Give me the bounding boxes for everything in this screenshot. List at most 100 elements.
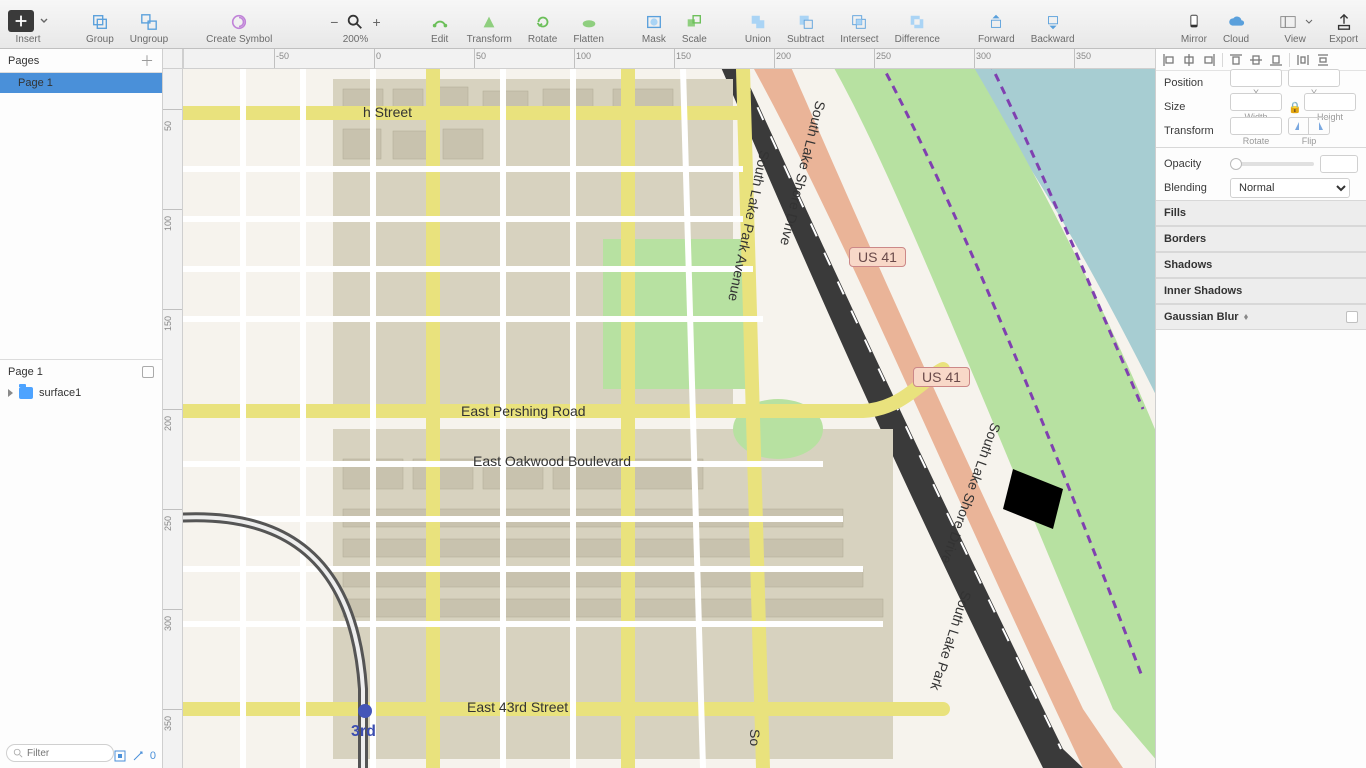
zoom-out-icon[interactable]: − [330, 14, 338, 30]
align-top-icon[interactable] [1227, 52, 1245, 68]
view-icon[interactable] [1277, 12, 1299, 32]
export-filter-icon[interactable] [132, 750, 144, 762]
add-page-icon[interactable]: ＋ [140, 54, 154, 68]
zoom-in-icon[interactable]: + [372, 14, 380, 30]
difference-icon[interactable] [906, 12, 928, 32]
width-input[interactable] [1230, 93, 1282, 111]
backward-label: Backward [1031, 34, 1075, 45]
gaussian-blur-header[interactable]: Gaussian Blur [1156, 304, 1366, 330]
transform-row: Transform Rotate Flip [1156, 119, 1366, 143]
distribute-v-icon[interactable] [1314, 52, 1332, 68]
flip-sublabel: Flip [1302, 136, 1317, 146]
blending-select[interactable]: Normal [1230, 178, 1350, 198]
map-artwork [183, 69, 1155, 768]
page-item-label: Page 1 [18, 77, 53, 89]
street-label: h Street [363, 104, 412, 120]
mask-label: Mask [642, 34, 666, 45]
street-label: East 43rd Street [467, 699, 568, 715]
create-symbol-icon[interactable] [228, 12, 250, 32]
slice-filter-icon[interactable] [114, 750, 126, 762]
rotate-input[interactable] [1230, 117, 1282, 135]
subtract-icon[interactable] [795, 12, 817, 32]
filter-mode-icons: 0 [114, 750, 156, 762]
borders-header[interactable]: Borders [1156, 226, 1366, 252]
forward-icon[interactable] [985, 12, 1007, 32]
transform-icon[interactable] [478, 12, 500, 32]
opacity-input[interactable] [1320, 155, 1358, 173]
filter-input[interactable] [27, 748, 97, 759]
inner-shadows-header[interactable]: Inner Shadows [1156, 278, 1366, 304]
ungroup-label: Ungroup [130, 34, 168, 45]
group-icon[interactable] [89, 12, 111, 32]
street-label: So [747, 729, 763, 746]
rotate-icon[interactable] [532, 12, 554, 32]
insert-label: Insert [15, 34, 40, 45]
rotate-label: Rotate [528, 34, 557, 45]
disclosure-triangle-icon[interactable] [8, 389, 13, 397]
edit-icon[interactable] [429, 12, 451, 32]
align-bottom-icon[interactable] [1267, 52, 1285, 68]
flatten-icon[interactable] [578, 12, 600, 32]
align-left-icon[interactable] [1160, 52, 1178, 68]
flip-h-icon[interactable] [1289, 118, 1309, 134]
create-symbol-label: Create Symbol [206, 34, 272, 45]
pages-panel: Pages ＋ Page 1 Page 1 surface1 0 [0, 49, 163, 768]
flatten-label: Flatten [573, 34, 604, 45]
position-label: Position [1164, 77, 1224, 89]
scale-label: Scale [682, 34, 707, 45]
backward-icon[interactable] [1042, 12, 1064, 32]
inner-shadows-label: Inner Shadows [1164, 285, 1242, 297]
intersect-icon[interactable] [848, 12, 870, 32]
ungroup-icon[interactable] [138, 12, 160, 32]
scale-icon[interactable] [683, 12, 705, 32]
x-input[interactable] [1230, 69, 1282, 87]
mask-icon[interactable] [643, 12, 665, 32]
ruler-corner [163, 49, 183, 69]
route-shield: US 41 [913, 367, 970, 387]
export-icon[interactable] [1333, 12, 1355, 32]
page-item[interactable]: Page 1 [0, 73, 162, 93]
magnifier-icon[interactable] [344, 12, 366, 32]
vertical-ruler[interactable]: 50100150200250300350 [163, 69, 183, 768]
gaussian-checkbox[interactable] [1346, 311, 1358, 323]
street-label: East Pershing Road [461, 403, 586, 419]
chevron-down-icon [40, 17, 48, 25]
cloud-label: Cloud [1223, 34, 1249, 45]
height-input[interactable] [1304, 93, 1356, 111]
mirror-icon[interactable] [1183, 12, 1205, 32]
size-row: Size Width 🔒 Height [1156, 95, 1366, 119]
layer-label: surface1 [39, 387, 81, 399]
insert-tool[interactable]: Insert [8, 0, 48, 49]
y-input[interactable] [1288, 69, 1340, 87]
align-center-v-icon[interactable] [1247, 52, 1265, 68]
flip-buttons [1288, 117, 1330, 135]
canvas[interactable]: h Street East Pershing Road East Oakwood… [183, 69, 1155, 768]
blending-row: Blending Normal [1156, 176, 1366, 200]
fills-label: Fills [1164, 207, 1186, 219]
layer-row[interactable]: surface1 [0, 383, 162, 403]
forward-label: Forward [978, 34, 1015, 45]
opacity-slider[interactable] [1230, 162, 1314, 166]
lock-icon[interactable]: 🔒 [1288, 101, 1298, 114]
position-row: Position X Y [1156, 71, 1366, 95]
flip-v-icon[interactable] [1309, 118, 1329, 134]
artboard-toggle-icon[interactable] [142, 366, 154, 378]
rotate-sublabel: Rotate [1243, 136, 1270, 146]
group-label: Group [86, 34, 114, 45]
slice-count: 0 [150, 750, 156, 762]
toolbar: Insert Group Ungroup Create Symbol − + 2… [0, 0, 1366, 49]
union-label: Union [745, 34, 771, 45]
union-icon[interactable] [747, 12, 769, 32]
street-label: East Oakwood Boulevard [473, 453, 631, 469]
fills-header[interactable]: Fills [1156, 200, 1366, 226]
shadows-header[interactable]: Shadows [1156, 252, 1366, 278]
filter-field[interactable] [6, 744, 114, 762]
zoom-label: 200% [343, 34, 369, 45]
cloud-icon[interactable] [1225, 12, 1247, 32]
align-center-h-icon[interactable] [1180, 52, 1198, 68]
distribute-h-icon[interactable] [1294, 52, 1312, 68]
align-right-icon[interactable] [1200, 52, 1218, 68]
opacity-label: Opacity [1164, 158, 1224, 170]
export-label: Export [1329, 34, 1358, 45]
horizontal-ruler[interactable]: -500501001502002503003504004505005506006… [183, 49, 1155, 69]
